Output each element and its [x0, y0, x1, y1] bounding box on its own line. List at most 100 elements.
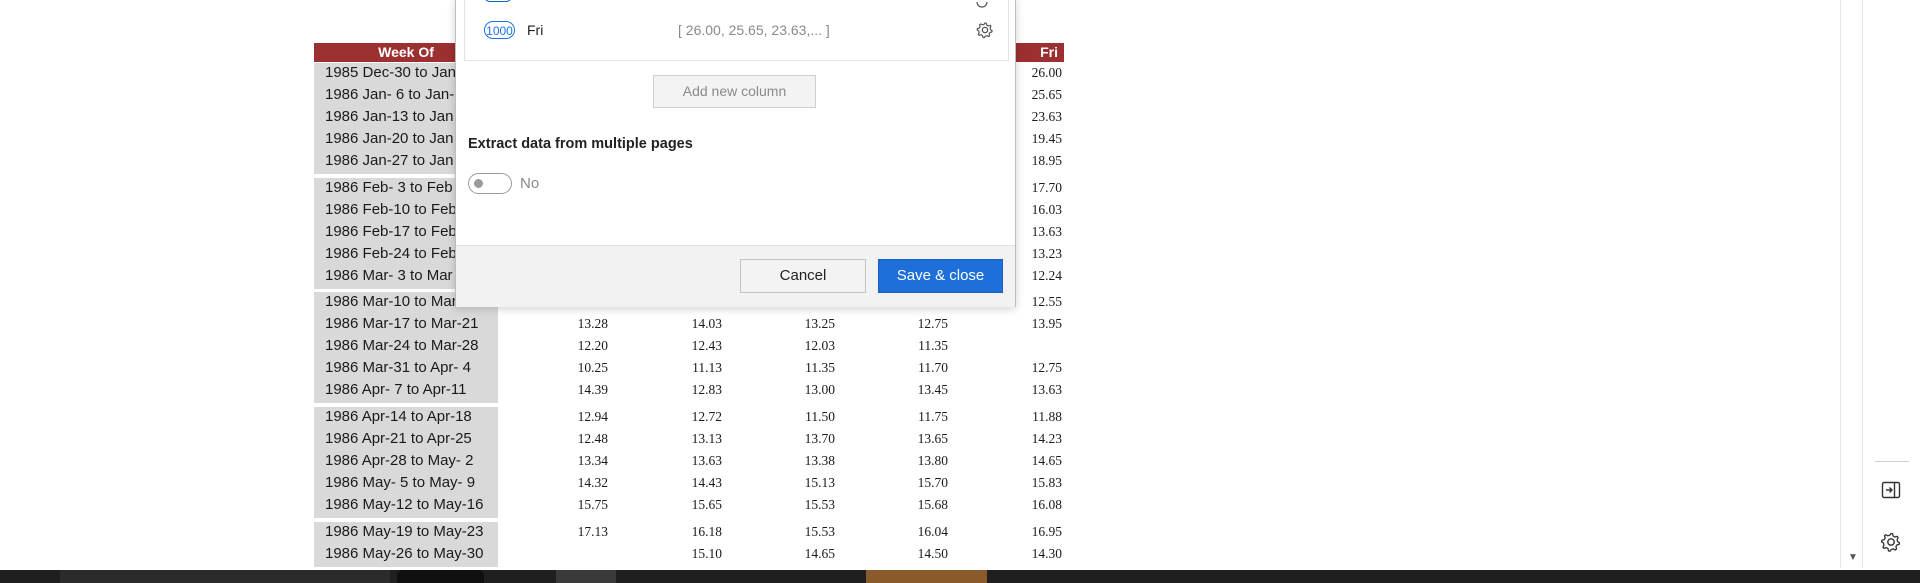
taskbar-search[interactable]: [60, 570, 390, 583]
value-cell: 15.70: [917, 475, 948, 490]
taskbar-app[interactable]: [397, 570, 484, 583]
value-cell: 12.75: [917, 316, 948, 331]
value-cell: 11.50: [805, 409, 835, 424]
value-cell: 12.20: [577, 338, 608, 353]
value-cell: 16.18: [691, 524, 722, 539]
value-cell: 11.35: [805, 360, 835, 375]
value-cell: 12.48: [577, 431, 608, 446]
taskbar-app-active[interactable]: [556, 570, 616, 583]
settings-gear-icon[interactable]: [1879, 530, 1903, 554]
week-cell: 1986 May-26 to May-30: [325, 545, 484, 562]
vertical-scrollbar[interactable]: [1840, 0, 1863, 568]
week-cell: 1986 Apr-21 to Apr-25: [325, 430, 472, 447]
value-cell: 13.45: [917, 382, 948, 397]
week-cell: 1986 Apr-14 to Apr-18: [325, 408, 472, 425]
value-cell: 15.68: [917, 497, 948, 512]
week-cell: 1986 Mar- 3 to Mar: [325, 267, 453, 284]
value-cell: 12.43: [691, 338, 722, 353]
column-name: Fri: [527, 22, 544, 38]
week-cell: 1986 Jan-13 to Jan: [325, 108, 454, 125]
value-cell: 15.65: [691, 497, 722, 512]
value-cell: 13.38: [804, 453, 835, 468]
save-and-close-button[interactable]: Save & close: [878, 259, 1003, 293]
multi-page-label: Extract data from multiple pages: [468, 136, 693, 152]
value-cell: 14.03: [691, 316, 722, 331]
value-cell: 13.63: [691, 453, 722, 468]
value-cell: 13.00: [804, 382, 835, 397]
value-cell: 11.13: [692, 360, 722, 375]
week-cell: 1986 Apr-28 to May- 2: [325, 452, 474, 469]
fri-value-cell: 13.63: [1031, 382, 1062, 397]
value-cell: 15.53: [804, 497, 835, 512]
exit-panel-icon[interactable]: [1879, 478, 1903, 502]
side-divider: [1875, 461, 1909, 462]
week-cell: 1986 Jan-27 to Jan: [325, 152, 454, 169]
value-cell: 15.53: [804, 524, 835, 539]
value-cell: 11.75: [918, 409, 948, 424]
week-cell: 1986 Feb-24 to Feb: [325, 245, 457, 262]
settings-gear-icon[interactable]: [974, 0, 990, 8]
value-cell: 14.32: [577, 475, 608, 490]
add-new-column-button[interactable]: Add new column: [653, 75, 816, 108]
value-cell: 13.28: [577, 316, 608, 331]
fri-value-cell: 14.30: [1031, 546, 1062, 561]
value-cell: 12.94: [577, 409, 608, 424]
scroll-down-arrow-icon[interactable]: ▼: [1848, 552, 1858, 563]
week-cell: 1986 Mar-24 to Mar-28: [325, 337, 479, 354]
fri-value-cell: 12.75: [1031, 360, 1062, 375]
value-cell: 14.50: [917, 546, 948, 561]
value-cell: 14.39: [577, 382, 608, 397]
week-cell: 1986 Feb- 3 to Feb: [325, 179, 453, 196]
week-cell: 1986 Jan-20 to Jan: [325, 130, 454, 147]
week-cell: 1986 Mar-10 to Mar: [325, 293, 457, 310]
value-cell: 12.03: [804, 338, 835, 353]
multi-page-toggle[interactable]: [468, 173, 512, 194]
taskbar: [0, 570, 1920, 583]
fri-value-cell: 15.83: [1031, 475, 1062, 490]
fri-value-cell: 13.95: [1031, 316, 1062, 331]
column-badge-partial: [484, 0, 512, 2]
taskbar-app-highlight[interactable]: [866, 570, 987, 583]
dialog-footer: Cancel Save & close: [456, 245, 1015, 307]
week-cell: 1986 May- 5 to May- 9: [325, 474, 476, 491]
value-cell: 14.43: [691, 475, 722, 490]
week-cell: 1986 Feb-17 to Feb: [325, 223, 457, 240]
value-cell: 16.04: [917, 524, 948, 539]
value-cell: 17.13: [577, 524, 608, 539]
value-cell: 10.25: [577, 360, 608, 375]
fri-value-cell: 16.08: [1031, 497, 1062, 512]
value-cell: 15.75: [577, 497, 608, 512]
value-cell: 13.13: [691, 431, 722, 446]
value-cell: 15.13: [804, 475, 835, 490]
value-cell: 11.35: [918, 338, 948, 353]
value-cell: 14.65: [804, 546, 835, 561]
value-cell: 12.83: [691, 382, 722, 397]
week-cell: 1986 Apr- 7 to Apr-11: [325, 381, 467, 398]
fri-value-cell: 14.23: [1031, 431, 1062, 446]
fri-value-cell: 14.65: [1031, 453, 1062, 468]
multi-page-toggle-label: No: [520, 175, 540, 192]
value-cell: 13.34: [577, 453, 608, 468]
value-cell: 13.65: [917, 431, 948, 446]
week-cell: 1985 Dec-30 to Jan: [325, 64, 456, 81]
fri-value-cell: 16.95: [1031, 524, 1062, 539]
week-cell: 1986 May-12 to May-16: [325, 496, 484, 513]
value-cell: 13.25: [804, 316, 835, 331]
week-cell: 1986 May-19 to May-23: [325, 523, 484, 540]
value-cell: 13.70: [804, 431, 835, 446]
week-cell: 1986 Feb-10 to Feb: [325, 201, 457, 218]
value-cell: 12.72: [691, 409, 722, 424]
value-cell: 15.10: [691, 546, 722, 561]
column-preview: [ 26.00, 25.65, 23.63,... ]: [678, 22, 830, 38]
column-sample-badge: 1000: [484, 21, 515, 39]
column-settings-dialog: 1000 Fri [ 26.00, 25.65, 23.63,... ] Add…: [455, 0, 1016, 307]
week-cell: 1986 Mar-17 to Mar-21: [325, 315, 479, 332]
value-cell: 11.70: [918, 360, 948, 375]
column-settings-gear-icon[interactable]: [975, 20, 995, 40]
value-cell: 13.80: [917, 453, 948, 468]
cancel-button[interactable]: Cancel: [740, 259, 866, 293]
toggle-knob: [474, 179, 483, 188]
fri-value-cell: 11.88: [1032, 409, 1062, 424]
column-list: 1000 Fri [ 26.00, 25.65, 23.63,... ]: [464, 0, 1009, 61]
week-cell: 1986 Mar-31 to Apr- 4: [325, 359, 471, 376]
